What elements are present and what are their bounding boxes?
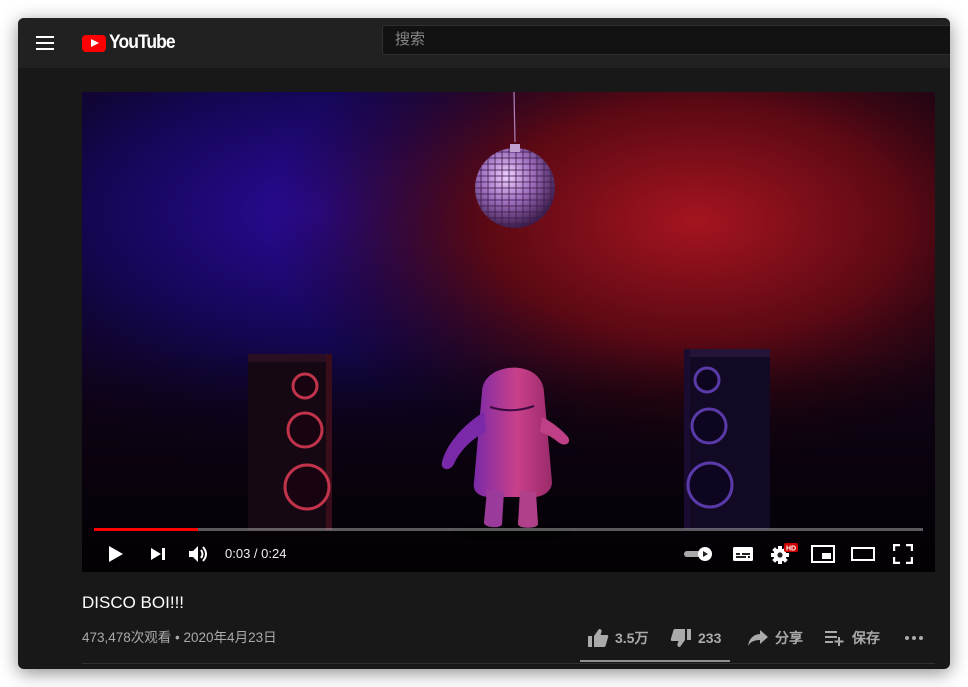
sentiment-bar — [580, 660, 730, 662]
play-icon[interactable] — [102, 536, 130, 572]
divider — [82, 663, 935, 664]
top-bar: YouTube 搜索 — [18, 18, 950, 68]
logo-text: YouTube — [109, 32, 176, 53]
video-meta: 473,478次观看 • 2020年4月23日 — [82, 630, 277, 645]
dislike-count: 233 — [698, 630, 722, 646]
thumbs-up-icon — [588, 629, 609, 647]
share-button[interactable]: 分享 — [747, 624, 803, 652]
time-display: 0:03 / 0:24 — [225, 546, 287, 561]
search-input[interactable]: 搜索 — [382, 25, 950, 55]
share-icon — [748, 630, 768, 646]
like-count: 3.5万 — [615, 630, 649, 646]
video-frame — [82, 92, 935, 572]
browser-window: YouTube 搜索 0:03 / 0:24 HD DISCO BOI!!! 4… — [18, 18, 950, 669]
right-speaker — [684, 349, 770, 529]
left-speaker — [248, 354, 332, 530]
miniplayer-icon[interactable] — [808, 536, 838, 572]
progress-bar[interactable] — [94, 528, 923, 531]
thumbs-down-icon — [670, 629, 691, 647]
video-title: DISCO BOI!!! — [82, 593, 185, 612]
youtube-logo[interactable]: YouTube — [82, 30, 180, 56]
playlist-add-icon — [825, 631, 844, 646]
save-button[interactable]: 保存 — [824, 624, 880, 652]
hd-badge: HD — [786, 546, 796, 553]
menu-icon[interactable] — [34, 32, 56, 54]
volume-icon[interactable] — [184, 536, 214, 572]
youtube-logo-icon — [82, 34, 106, 52]
theater-icon[interactable] — [848, 536, 878, 572]
settings-icon[interactable]: HD — [768, 536, 802, 572]
next-icon[interactable] — [144, 536, 172, 572]
autoplay-toggle-icon[interactable] — [682, 536, 714, 572]
save-label: 保存 — [852, 630, 880, 646]
subtitles-icon[interactable] — [727, 536, 759, 572]
share-label: 分享 — [775, 630, 803, 646]
progress-bar-played — [94, 528, 198, 531]
like-button[interactable]: 3.5万 — [587, 624, 648, 652]
video-player[interactable]: 0:03 / 0:24 HD — [82, 92, 935, 572]
player-controls: 0:03 / 0:24 HD — [82, 536, 935, 572]
dislike-button[interactable]: 233 — [670, 624, 721, 652]
more-icon[interactable] — [904, 624, 930, 652]
fullscreen-icon[interactable] — [888, 536, 918, 572]
